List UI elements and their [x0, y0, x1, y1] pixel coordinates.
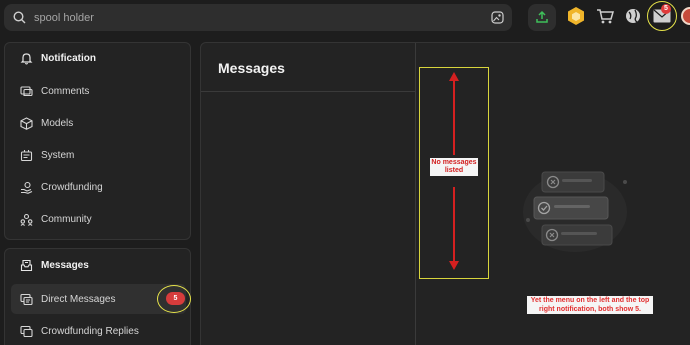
inbox-icon — [20, 259, 33, 272]
sidebar-item-direct-messages[interactable]: Direct Messages 5 — [11, 284, 191, 314]
sidebar-item-community[interactable]: Community — [5, 204, 190, 234]
messages-header-label: Messages — [41, 259, 89, 271]
upload-button[interactable] — [528, 4, 556, 31]
sidebar-item-label: Crowdfunding — [41, 181, 103, 193]
cart-icon[interactable] — [596, 8, 614, 29]
divider — [201, 91, 416, 92]
sidebar-item-crowdfunding-replies[interactable]: Crowdfunding Replies — [5, 316, 190, 345]
sidebar-item-models[interactable]: Models — [5, 108, 190, 138]
crowdfunding-replies-icon — [20, 325, 33, 338]
image-search-icon[interactable] — [491, 11, 504, 29]
search-bar[interactable] — [4, 4, 512, 31]
sidebar-item-crowdfunding[interactable]: Crowdfunding — [5, 172, 190, 202]
sidebar-item-label: Comments — [41, 85, 90, 97]
sidebar-item-label: Direct Messages — [41, 293, 116, 305]
cube-icon — [20, 117, 33, 130]
sidebar-item-label: System — [41, 149, 75, 161]
notification-header-label: Notification — [41, 52, 96, 64]
avatar[interactable] — [681, 7, 690, 25]
system-icon — [20, 149, 33, 162]
mail-notification-badge: 5 — [661, 4, 671, 14]
sidebar-item-system[interactable]: System — [5, 140, 190, 170]
top-bar: 5 — [0, 0, 690, 36]
sidebar-item-comments[interactable]: Comments — [5, 76, 190, 106]
bell-icon — [20, 52, 33, 65]
upload-icon — [536, 10, 548, 23]
sidebar-item-label: Crowdfunding Replies — [41, 325, 139, 337]
search-input[interactable] — [34, 4, 474, 31]
hexagon-gift-icon[interactable] — [567, 6, 585, 31]
badge-highlight-ring — [157, 285, 191, 313]
search-icon — [13, 11, 26, 29]
direct-messages-icon — [20, 293, 33, 306]
message-list: Messages — [201, 43, 416, 345]
globe-icon[interactable] — [625, 8, 641, 29]
messages-header[interactable]: Messages — [5, 250, 190, 280]
notification-panel: Notification Comments Models System Crow… — [4, 42, 191, 240]
sidebar-item-label: Community — [41, 213, 92, 225]
sidebar-item-label: Models — [41, 117, 74, 129]
community-icon — [20, 213, 33, 226]
messages-panel: Messages Direct Messages 5 Crowdfunding … — [4, 248, 191, 345]
comments-icon — [20, 85, 33, 98]
notification-header[interactable]: Notification — [5, 43, 190, 73]
annotation-no-messages: No messages listed — [430, 158, 478, 176]
crowdfunding-icon — [20, 181, 33, 194]
page-title: Messages — [218, 60, 285, 76]
empty-state-illustration — [523, 171, 627, 252]
annotation-note: Yet the menu on the left and the top rig… — [527, 296, 653, 314]
